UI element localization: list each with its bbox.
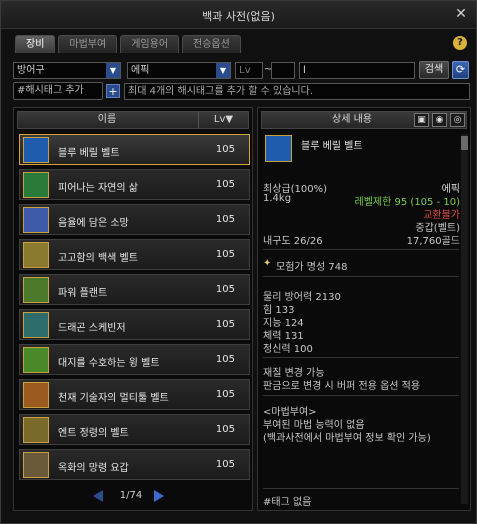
- refresh-icon[interactable]: ⟳: [452, 61, 469, 79]
- item-name: 대지를 수호하는 윙 벨트: [58, 358, 160, 369]
- level-max-field[interactable]: [271, 62, 295, 79]
- divider: [263, 276, 459, 277]
- search-button[interactable]: 검색: [419, 61, 449, 79]
- tab-game-terms[interactable]: 게임용어: [120, 35, 180, 53]
- category-tabs: 장비 마법부여 게임용어 전승옵션: [15, 35, 241, 53]
- belt-icon: [23, 172, 49, 198]
- tab-enchant[interactable]: 마법부여: [58, 35, 118, 53]
- help-icon[interactable]: ?: [453, 36, 467, 50]
- item-level: 105: [215, 319, 235, 330]
- hashtag-add-button[interactable]: #해시태그 추가: [13, 82, 103, 100]
- item-level: 105: [215, 249, 235, 260]
- belt-icon: [23, 207, 49, 233]
- list-item[interactable]: 대지를 수호하는 윙 벨트 105: [19, 344, 250, 375]
- list-item[interactable]: 드래곤 스케빈저 105: [19, 309, 250, 340]
- name-column-header[interactable]: 이름: [18, 112, 196, 128]
- divider: [263, 357, 459, 358]
- divider: [263, 249, 459, 250]
- prev-page-icon[interactable]: [93, 490, 103, 502]
- item-name: 엔트 정령의 벨트: [58, 428, 129, 439]
- tag-text: #태그 없음: [263, 497, 312, 508]
- belt-icon: [23, 137, 49, 163]
- belt-icon: [23, 382, 49, 408]
- item-level: 105: [215, 459, 235, 470]
- list-item[interactable]: 엔트 정령의 벨트 105: [19, 414, 250, 445]
- note-line: 판금으로 변경 시 버퍼 전용 옵션 적용: [263, 381, 421, 392]
- pin-icon[interactable]: ◉: [432, 113, 447, 127]
- item-name: 파워 플랜트: [58, 288, 108, 299]
- close-icon[interactable]: ✕: [454, 7, 468, 21]
- item-weight: 1.4kg: [263, 193, 292, 204]
- item-name: 드래곤 스케빈저: [58, 323, 126, 334]
- item-level: 105: [215, 424, 235, 435]
- detail-header: 상세 내용 ▣ ◉ ◎: [261, 111, 467, 129]
- item-name: 옥화의 망령 요갑: [58, 463, 129, 474]
- item-level: 105: [215, 354, 235, 365]
- item-durability: 내구도 26/26: [263, 236, 323, 247]
- rarity-select[interactable]: 에픽 ▼: [127, 62, 231, 79]
- level-label: Lv: [239, 65, 251, 76]
- list-item[interactable]: 옥화의 망령 요갑 105: [19, 449, 250, 480]
- belt-icon: [23, 312, 49, 338]
- list-item[interactable]: 음율에 담은 소망 105: [19, 204, 250, 235]
- item-price: 17,760골드: [406, 236, 460, 247]
- item-level: 105: [215, 214, 235, 225]
- hashtag-input[interactable]: 최대 4개의 해시태그를 추가 할 수 있습니다.: [124, 83, 470, 100]
- chevron-down-icon[interactable]: ▼: [216, 63, 230, 78]
- belt-icon: [23, 417, 49, 443]
- list-item[interactable]: 피어나는 자연의 삶 105: [19, 169, 250, 200]
- item-name: 고고함의 백색 벨트: [58, 253, 138, 264]
- item-level: 105: [215, 389, 235, 400]
- item-list-panel: 이름 Lv▼ 블루 베릴 벨트 105 피어나는 자연의 삶 105 음율에 담…: [13, 107, 253, 511]
- tab-equipment[interactable]: 장비: [15, 35, 56, 53]
- chevron-down-icon[interactable]: ▼: [106, 63, 120, 78]
- belt-icon: [23, 347, 49, 373]
- belt-icon: [265, 135, 292, 162]
- detail-item-name: 블루 베릴 벨트: [301, 141, 363, 152]
- fame-value: 모험가 명성 748: [276, 262, 348, 273]
- level-min-field[interactable]: Lv: [235, 62, 263, 79]
- item-level: 105: [215, 144, 235, 155]
- scrollbar-thumb[interactable]: [461, 136, 468, 150]
- search-input[interactable]: l: [299, 62, 415, 79]
- detail-panel: 상세 내용 ▣ ◉ ◎ 블루 베릴 벨트 최상급(100%) 에픽 1.4kg …: [257, 107, 471, 511]
- belt-icon: [23, 242, 49, 268]
- plus-icon[interactable]: +: [106, 84, 120, 98]
- level-column-header[interactable]: Lv▼: [198, 112, 248, 128]
- list-item[interactable]: 천재 기술자의 멀티툴 벨트 105: [19, 379, 250, 410]
- list-item[interactable]: 고고함의 백색 벨트 105: [19, 239, 250, 270]
- detail-title: 상세 내용: [332, 114, 372, 125]
- tag-section: #태그 없음: [263, 488, 459, 508]
- item-name: 피어나는 자연의 삶: [58, 183, 138, 194]
- category-value: 방어구: [17, 65, 45, 76]
- divider: [263, 395, 459, 396]
- title-bar[interactable]: 백과 사전(없음) ✕: [1, 1, 476, 29]
- item-level: 105: [215, 284, 235, 295]
- belt-icon: [23, 452, 49, 478]
- fame-icon: ✦: [263, 258, 272, 269]
- belt-icon: [23, 277, 49, 303]
- enchant-line: (백과사전에서 마법부여 정보 확인 가능): [263, 433, 431, 444]
- item-name: 블루 베릴 벨트: [58, 148, 120, 159]
- list-header: 이름 Lv▼: [17, 111, 249, 129]
- rarity-value: 에픽: [131, 65, 150, 76]
- tab-inherit-options[interactable]: 전승옵션: [182, 35, 241, 53]
- window-title: 백과 사전(없음): [202, 10, 275, 23]
- list-item[interactable]: 블루 베릴 벨트 105: [19, 134, 250, 165]
- item-level: 105: [215, 179, 235, 190]
- category-select[interactable]: 방어구 ▼: [13, 62, 121, 79]
- view-icon[interactable]: ◎: [450, 113, 465, 127]
- encyclopedia-window: 백과 사전(없음) ✕ 장비 마법부여 게임용어 전승옵션 ? 방어구 ▼ 에픽…: [0, 0, 477, 524]
- compare-icon[interactable]: ▣: [414, 113, 429, 127]
- detail-scrollbar[interactable]: [461, 134, 468, 504]
- page-indicator: 1/74: [119, 490, 143, 501]
- stat-line: 정신력 100: [263, 344, 313, 355]
- pagination: 1/74: [13, 489, 253, 505]
- item-name: 음율에 담은 소망: [58, 218, 129, 229]
- list-item[interactable]: 파워 플랜트 105: [19, 274, 250, 305]
- item-name: 천재 기술자의 멀티툴 벨트: [58, 393, 169, 404]
- next-page-icon[interactable]: [154, 490, 164, 502]
